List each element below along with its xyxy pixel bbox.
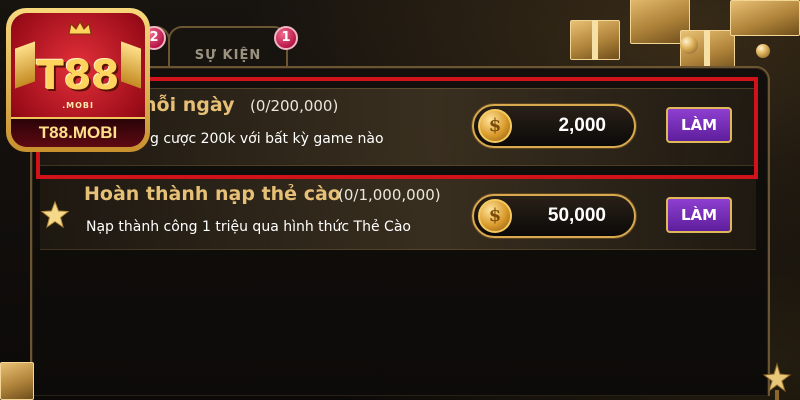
- task-row: Hoàn thành nạp thẻ cào (0/1,000,000) Nạp…: [40, 178, 756, 250]
- logo-emblem: T88 .MOBI T88.MOBI: [11, 13, 145, 147]
- reward-pill: $ 50,000: [472, 194, 636, 238]
- logo-mark: T88: [36, 53, 120, 99]
- task-title: Hoàn thành nạp thẻ cào: [84, 183, 341, 205]
- logo-banner: T88.MOBI: [11, 117, 145, 147]
- star-icon: [40, 200, 70, 229]
- ornament: [680, 36, 698, 54]
- gift-icon: [0, 362, 34, 400]
- reward-value: 50,000: [547, 205, 606, 226]
- brand-logo: T88 .MOBI T88.MOBI: [6, 8, 150, 152]
- event-screen: SỰ KIỆN 2 1 hỗi ngày (0/200,000) g cược …: [0, 0, 800, 400]
- logo-sub: .MOBI: [62, 101, 94, 110]
- tab-events[interactable]: SỰ KIỆN: [168, 26, 288, 70]
- star-icon: [762, 362, 792, 400]
- ornament: [756, 44, 770, 58]
- tab-events-label: SỰ KIỆN: [194, 48, 262, 63]
- task-description: Nạp thành công 1 triệu qua hình thức Thẻ…: [86, 219, 411, 235]
- coin-icon: $: [478, 199, 512, 233]
- ribbon: [592, 20, 598, 60]
- crown-icon: [68, 21, 92, 35]
- do-task-button[interactable]: LÀM: [666, 197, 732, 233]
- tab-events-badge: 1: [274, 26, 298, 50]
- task-progress: (0/1,000,000): [338, 186, 441, 204]
- gift-icon: [730, 0, 800, 36]
